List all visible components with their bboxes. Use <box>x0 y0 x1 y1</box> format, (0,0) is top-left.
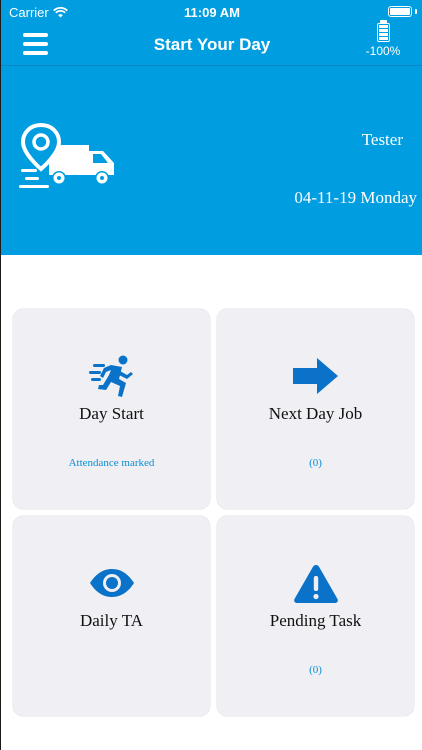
battery-level-button[interactable]: -100% <box>361 20 405 58</box>
battery-icon <box>388 6 417 17</box>
nav-bar: Start Your Day -100% <box>1 20 422 66</box>
battery-level-icon <box>376 20 390 42</box>
pending-task-tile[interactable]: Pending Task (0) <box>217 516 414 716</box>
user-name: Tester <box>361 130 403 149</box>
tile-label: Pending Task <box>269 611 362 630</box>
status-bar: Carrier 11:09 AM <box>1 0 422 24</box>
tile-status: (0) <box>309 664 322 676</box>
app-screen: Carrier 11:09 AM Start Your Day -100% Te… <box>0 0 422 750</box>
tile-status: Attendance marked <box>68 457 155 469</box>
tile-label: Daily TA <box>79 611 143 630</box>
next-day-job-tile[interactable]: Next Day Job (0) <box>217 309 414 509</box>
current-date: 04-11-19 Monday <box>294 188 417 207</box>
tile-status: (0) <box>309 457 322 469</box>
eye-icon <box>89 569 134 597</box>
profile-banner: Tester 04-11-19 Monday <box>1 66 422 255</box>
battery-percentage: -100% <box>365 44 401 58</box>
day-start-tile[interactable]: Day Start Attendance marked <box>13 309 210 509</box>
clock: 11:09 AM <box>184 5 240 20</box>
tile-label: Next Day Job <box>268 404 363 423</box>
tile-label: Day Start <box>79 404 144 423</box>
arrow-right-icon <box>292 358 338 394</box>
page-title: Start Your Day <box>153 35 271 54</box>
warning-triangle-icon <box>293 565 338 603</box>
delivery-truck-location-icon <box>19 123 114 188</box>
running-man-icon <box>88 355 133 397</box>
daily-ta-tile[interactable]: Daily TA <box>13 516 210 716</box>
